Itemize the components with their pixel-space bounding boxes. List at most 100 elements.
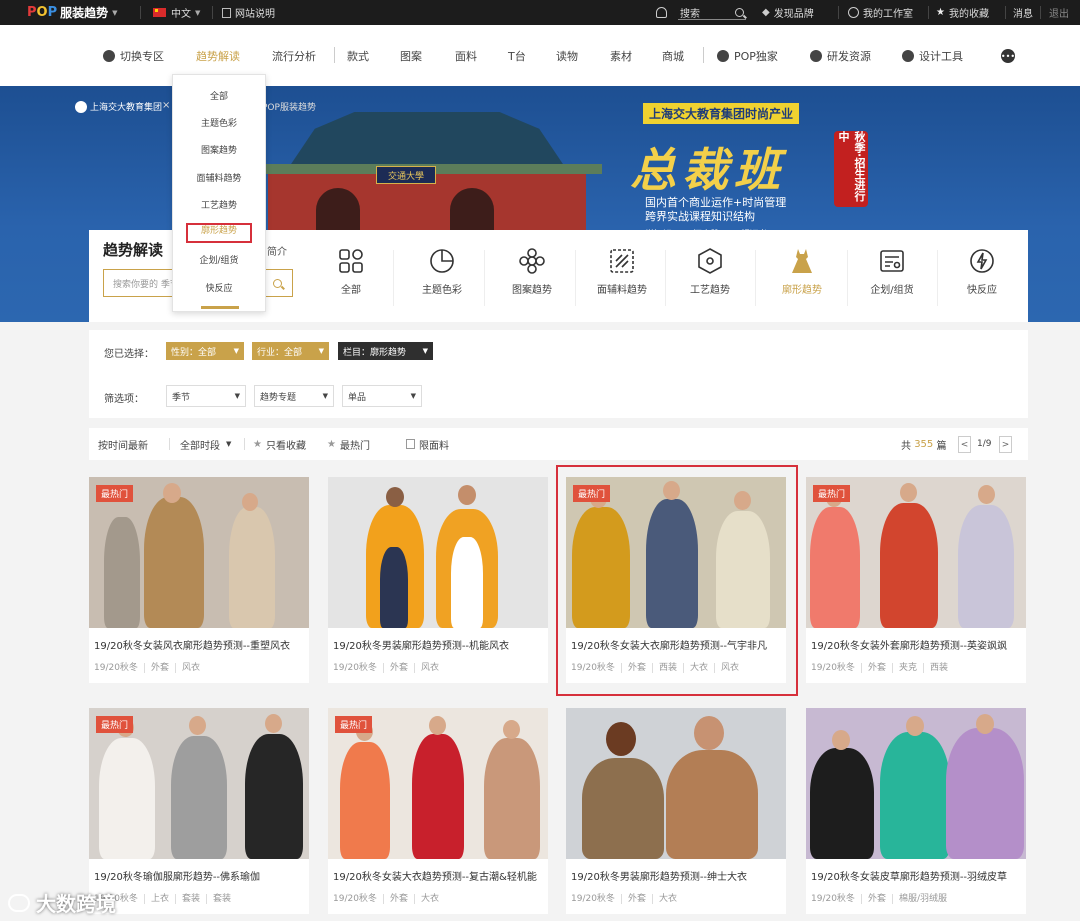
watermark: 大数跨境 [8,888,116,917]
dropdown-item-craft-trend[interactable]: 工艺趋势 [173,198,265,214]
chevron-down-icon: ▼ [233,347,239,355]
card-image[interactable] [328,477,548,628]
star-icon: ★ [253,438,262,450]
language-switch[interactable]: 中文 ▼ [153,0,200,25]
dropdown-item-planning[interactable]: 企划/组货 [173,253,265,269]
nav-pop-exclusive[interactable]: POP独家 [717,25,778,86]
discover-brands-label: 发现品牌 [773,9,814,20]
intro-link[interactable]: 简介 [267,243,287,258]
select-topic[interactable]: 趋势专题 ▼ [254,385,334,407]
card-title[interactable]: 19/20秋冬女装皮草廓形趋势预测--羽绒皮草 [811,868,1026,883]
nav-design-tools[interactable]: 设计工具 [902,25,963,86]
more-icon[interactable]: ••• [1001,49,1015,63]
nav-mall[interactable]: 商城 [662,25,684,86]
article-card[interactable]: 最热门 19/20秋冬女装风衣廓形趋势预测--重塑风衣 19/20秋冬 外套 风衣 [89,477,309,683]
dropdown-item-all[interactable]: 全部 [173,89,265,105]
nav-styles[interactable]: 款式 [347,25,369,86]
chip-column[interactable]: 栏目：廓形趋势 ▼ [338,342,433,360]
sort-bar: 按时间最新 全部时段 ▼ ★ 只看收藏 ★ 最热门 限面料 共 355 篇 < 1/9… [89,428,1028,460]
card-image[interactable]: 最热门 [89,477,309,628]
card-title[interactable]: 19/20秋冬瑜伽服廓形趋势--佛系瑜伽 [94,868,309,883]
logout-link[interactable]: 退出 [1049,0,1069,25]
article-card[interactable]: 19/20秋冬女装皮草廓形趋势预测--羽绒皮草 19/20秋冬 外套 棉服/羽绒服 [806,708,1026,914]
nav-rd-resources[interactable]: 研发资源 [810,25,871,86]
chip-industry[interactable]: 行业：全部 ▼ [252,342,329,360]
chip-gender[interactable]: 性别：全部 ▼ [166,342,244,360]
next-page-button[interactable]: > [999,436,1012,453]
category-all[interactable]: 全部 [306,248,396,296]
category-quick-response[interactable]: 快反应 [937,248,1027,296]
card-title[interactable]: 19/20秋冬男装廓形趋势预测--机能风衣 [333,637,548,652]
watermark-logo-icon [8,893,30,912]
card-image[interactable]: 最热门 [806,477,1026,628]
sort-latest[interactable]: 按时间最新 [98,428,148,460]
highlight-frame [556,465,798,696]
messages-link[interactable]: 消息 [1013,0,1033,25]
card-title[interactable]: 19/20秋冬男装廓形趋势预测--绅士大衣 [571,868,786,883]
category-craft-trend[interactable]: 工艺趋势 [665,248,755,296]
hottest-filter[interactable]: ★ 最热门 [327,428,370,460]
card-image[interactable]: 最热门 [89,708,309,859]
nav-fabrics[interactable]: 面料 [455,25,477,86]
top-bar: POP 服装趋势 ▼ 中文 ▼ 网站说明 搜索 ◆ 发现品牌 我的工作室 ★ 我… [0,0,1080,25]
nav-patterns[interactable]: 图案 [400,25,422,86]
workspace-icon [848,7,859,18]
article-card[interactable]: 19/20秋冬男装廓形趋势预测--机能风衣 19/20秋冬 外套 风衣 [328,477,548,683]
free-filter[interactable]: 限面料 [406,428,449,460]
main-nav: 切换专区 趋势解读 流行分析 款式 图案 面料 T台 读物 素材 商城 POP独… [0,25,1080,86]
search-input[interactable]: 搜索 [680,5,700,20]
divider [169,438,170,450]
partner-logo: 上海交大教育集团 [75,100,162,113]
document-icon [222,7,231,18]
select-item[interactable]: 单品 ▼ [342,385,422,407]
globe-icon [810,49,822,62]
site-guide-label: 网站说明 [235,9,275,20]
nav-materials[interactable]: 素材 [610,25,632,86]
category-silhouette-trend[interactable]: 廓形趋势 [757,248,847,296]
nav-runway[interactable]: T台 [508,25,526,86]
dropdown-item-theme-color[interactable]: 主题色彩 [173,116,265,132]
dropdown-item-quick-response[interactable]: 快反应 [173,281,265,297]
headset-icon[interactable] [656,0,667,25]
divider [1005,6,1006,19]
nav-books[interactable]: 读物 [556,25,578,86]
article-card[interactable]: 最热门 19/20秋冬女装外套廓形趋势预测--英姿飒飒 19/20秋冬 外套 夹克西… [806,477,1026,683]
article-card[interactable]: 19/20秋冬男装廓形趋势预测--绅士大衣 19/20秋冬 外套 大衣 [566,708,786,914]
section-search-button[interactable] [262,270,292,296]
card-tags: 19/20秋冬 外套 大衣 [571,891,683,904]
search-icon[interactable] [735,7,744,17]
prev-page-button[interactable]: < [958,436,971,453]
category-pattern-trend[interactable]: 图案趋势 [487,248,577,296]
period-select[interactable]: 全部时段 ▼ [180,428,231,460]
dropdown-item-pattern-trend[interactable]: 图案趋势 [173,143,265,159]
article-card[interactable]: 最热门 19/20秋冬女装大衣趋势预测--复古潮&轻机能 19/20秋冬 外套 大衣 [328,708,548,914]
article-card[interactable]: 最热门 19/20秋冬瑜伽服廓形趋势--佛系瑜伽 19/20秋冬 上衣 套装 套装 [89,708,309,914]
chevron-down-icon: ▼ [112,8,118,17]
card-image[interactable] [806,708,1026,859]
site-logo[interactable]: POP 服装趋势 ▼ [27,0,118,25]
chevron-down-icon: ▼ [322,392,328,400]
search-box[interactable]: 搜索 [678,0,746,25]
my-workspace-link[interactable]: 我的工作室 [848,0,913,25]
category-planning[interactable]: 企划/组货 [847,248,937,296]
card-image[interactable]: 最热门 [328,708,548,859]
card-image[interactable] [566,708,786,859]
card-title[interactable]: 19/20秋冬女装风衣廓形趋势预测--重塑风衣 [94,637,309,652]
discover-brands-link[interactable]: ◆ 发现品牌 [762,0,814,25]
nav-fashion-analysis[interactable]: 流行分析 [272,25,316,86]
category-fabric-trend[interactable]: 面辅料趋势 [577,248,667,296]
nav-switch-zone[interactable]: 切换专区 [103,25,164,86]
favorites-only[interactable]: ★ 只看收藏 [253,428,306,460]
select-season[interactable]: 季节 ▼ [166,385,246,407]
dropdown-item-fabric-trend[interactable]: 面辅料趋势 [173,171,265,187]
hand-icon [717,49,729,62]
card-title[interactable]: 19/20秋冬女装外套廓形趋势预测--英姿飒飒 [811,637,1026,652]
banner-slogan: 上海交大教育集团时尚产业 [643,103,800,124]
my-favorites-link[interactable]: ★ 我的收藏 [936,0,989,25]
dropdown-item-silhouette-trend[interactable]: 廓形趋势 [186,223,252,243]
card-tags: 19/20秋冬 外套 风衣 [94,660,206,673]
site-guide-link[interactable]: 网站说明 [222,0,275,25]
category-theme-color[interactable]: 主题色彩 [397,248,487,296]
close-icon[interactable]: × [162,100,170,111]
card-title[interactable]: 19/20秋冬女装大衣趋势预测--复古潮&轻机能 [333,868,548,883]
